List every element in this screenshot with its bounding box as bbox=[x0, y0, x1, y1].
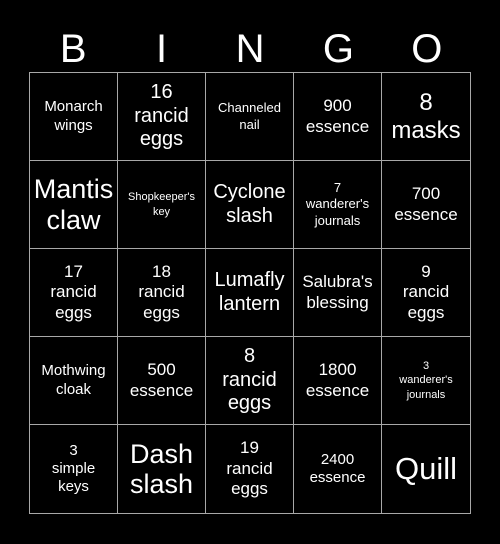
bingo-cell-r2c1[interactable]: Mantis claw bbox=[30, 161, 118, 249]
bingo-grid: Monarch wings 16 rancid eggs Channeled nai… bbox=[29, 72, 471, 514]
bingo-cell-label: Salubra's blessing bbox=[302, 272, 373, 312]
bingo-cell-label: Mothwing cloak bbox=[41, 362, 106, 398]
bingo-cell-label: 17 rancid eggs bbox=[50, 261, 97, 322]
bingo-cell-r2c4[interactable]: 7 wanderer's journals bbox=[294, 161, 382, 249]
bingo-cell-label: 7 wanderer's journals bbox=[305, 180, 370, 228]
bingo-cell-r1c2[interactable]: 16 rancid eggs bbox=[118, 73, 206, 161]
bingo-cell-r3c2[interactable]: 18 rancid eggs bbox=[118, 249, 206, 337]
bingo-cell-r1c3[interactable]: Channeled nail bbox=[206, 73, 294, 161]
bingo-cell-label: 9 rancid eggs bbox=[402, 261, 450, 322]
bingo-cell-r5c2[interactable]: Dash slash bbox=[118, 425, 206, 513]
bingo-cell-label: 16 rancid eggs bbox=[134, 81, 189, 151]
bingo-cell-label: Cyclone slash bbox=[213, 180, 286, 227]
bingo-cell-label: 500 essence bbox=[129, 360, 194, 400]
bingo-cell-label: 1800 essence bbox=[305, 360, 370, 400]
bingo-cell-label: Quill bbox=[394, 450, 457, 486]
bingo-cell-label: 18 rancid eggs bbox=[138, 261, 185, 322]
bingo-cell-r4c2[interactable]: 500 essence bbox=[118, 337, 206, 425]
header-letter-g: G bbox=[322, 27, 354, 71]
bingo-cell-label: 2400 essence bbox=[309, 450, 366, 486]
bingo-cell-r2c3[interactable]: Cyclone slash bbox=[206, 161, 294, 249]
bingo-header: B I N G O bbox=[29, 14, 471, 72]
bingo-cell-label: Channeled nail bbox=[218, 100, 281, 132]
header-letter-i: I bbox=[156, 27, 168, 71]
bingo-cell-r5c4[interactable]: 2400 essence bbox=[294, 425, 382, 513]
header-letter-o: O bbox=[411, 27, 443, 71]
bingo-cell-r3c4[interactable]: Salubra's blessing bbox=[294, 249, 382, 337]
bingo-cell-label: Monarch wings bbox=[44, 98, 103, 134]
bingo-cell-r1c5[interactable]: 8 masks bbox=[382, 73, 470, 161]
bingo-cell-r1c4[interactable]: 900 essence bbox=[294, 73, 382, 161]
bingo-cell-label: 8 masks bbox=[391, 88, 461, 144]
bingo-cell-r1c1[interactable]: Monarch wings bbox=[30, 73, 118, 161]
bingo-cell-r5c5[interactable]: Quill bbox=[382, 425, 470, 513]
header-letter-b: B bbox=[59, 27, 87, 71]
bingo-cell-r3c1[interactable]: 17 rancid eggs bbox=[30, 249, 118, 337]
bingo-cell-r5c3[interactable]: 19 rancid eggs bbox=[206, 425, 294, 513]
bingo-cell-label: 3 wanderer's journals bbox=[399, 360, 453, 401]
bingo-cell-r2c5[interactable]: 700 essence bbox=[382, 161, 470, 249]
bingo-cell-label: Mantis claw bbox=[33, 174, 114, 235]
bingo-cell-r2c2[interactable]: Shopkeeper's key bbox=[118, 161, 206, 249]
bingo-card: B I N G O Monarch wings 16 rancid eggs Cha… bbox=[0, 0, 500, 544]
bingo-cell-r3c5[interactable]: 9 rancid eggs bbox=[382, 249, 470, 337]
bingo-cell-r4c4[interactable]: 1800 essence bbox=[294, 337, 382, 425]
bingo-cell-label: Dash slash bbox=[129, 438, 194, 499]
bingo-cell-label: 19 rancid eggs bbox=[226, 438, 273, 499]
bingo-cell-label: 700 essence bbox=[394, 184, 458, 224]
bingo-cell-r4c3[interactable]: 8 rancid eggs bbox=[206, 337, 294, 425]
bingo-cell-label: 900 essence bbox=[305, 96, 370, 136]
bingo-cell-label: Shopkeeper's key bbox=[128, 191, 195, 218]
bingo-cell-label: 8 rancid eggs bbox=[222, 345, 277, 415]
bingo-cell-r3c3[interactable]: Lumafly lantern bbox=[206, 249, 294, 337]
bingo-cell-label: Lumafly lantern bbox=[214, 268, 285, 315]
bingo-cell-r4c1[interactable]: Mothwing cloak bbox=[30, 337, 118, 425]
bingo-cell-r5c1[interactable]: 3 simple keys bbox=[30, 425, 118, 513]
bingo-cell-r4c5[interactable]: 3 wanderer's journals bbox=[382, 337, 470, 425]
header-letter-n: N bbox=[235, 27, 265, 71]
bingo-cell-label: 3 simple keys bbox=[51, 441, 96, 496]
